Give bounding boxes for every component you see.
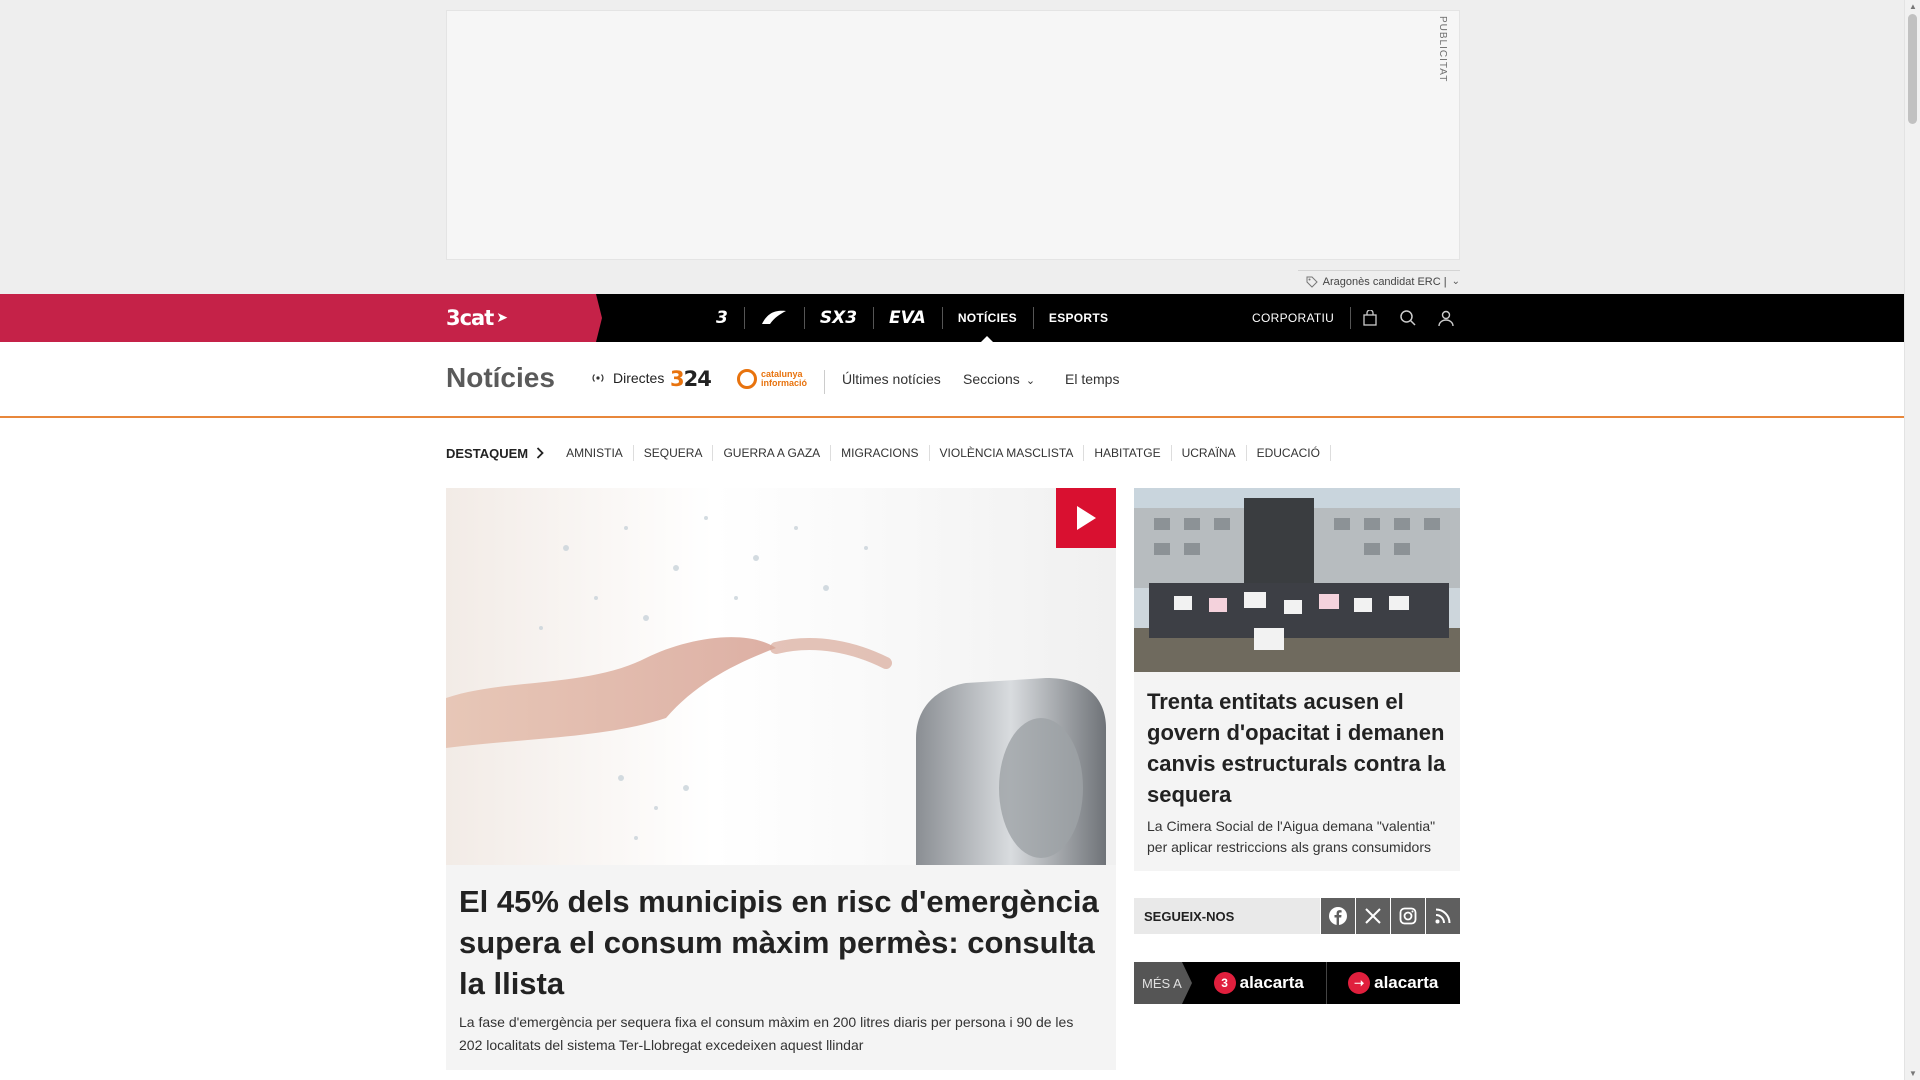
x-icon <box>1365 908 1381 924</box>
topics-lead[interactable]: DESTAQUEM <box>446 446 556 461</box>
scroll-down-arrow-icon[interactable]: ▼ <box>1909 1069 1917 1078</box>
page-scrollbar[interactable]: ▲ ▼ <box>1904 0 1920 1080</box>
trending-text: Aragonès candidat ERC | <box>1322 275 1447 288</box>
instagram-icon <box>1399 907 1417 925</box>
brand-logo[interactable]: 3cat ➤ <box>446 306 508 330</box>
nav-noticies-label: NOTÍCIES <box>957 311 1017 325</box>
catradio-alacarta-label: alacarta <box>1374 973 1439 992</box>
ad-banner[interactable] <box>446 10 1460 260</box>
logo-324[interactable]: 332424 <box>670 367 712 391</box>
topic-amnistia[interactable]: AMNISTIA <box>556 445 634 461</box>
hand-faucet-photo <box>446 516 1106 865</box>
side-story-card[interactable]: Trenta entitats acusen el govern d'opaci… <box>1134 488 1460 871</box>
page-title[interactable]: Notícies <box>446 362 555 394</box>
channel-catradio-logo[interactable] <box>743 294 804 342</box>
search-button[interactable] <box>1389 294 1427 342</box>
featured-topics: DESTAQUEM AMNISTIA SEQUERA GUERRA A GAZA… <box>446 445 1331 461</box>
ad-label: PUBLICITAT <box>1437 16 1448 83</box>
brand-name: 3cat <box>446 306 494 330</box>
shop-button[interactable] <box>1351 294 1389 342</box>
corporate-link[interactable]: CORPORATIU <box>1240 307 1352 329</box>
channel-nav: 3 SX3 EVA NOTÍCIES ESPORTS <box>700 294 1124 342</box>
trending-strip[interactable]: Aragonès candidat ERC | ⌄ <box>1298 270 1460 292</box>
catradio-alacarta-link[interactable]: ➝ alacarta <box>1325 962 1461 1004</box>
brand-arrow-icon: ➤ <box>496 310 508 326</box>
live-broadcast-icon <box>592 374 604 382</box>
logo-catalunya-informacio[interactable]: catalunya informació <box>737 369 807 389</box>
alacarta-bar: MÉS A 3 alacarta ➝ alacarta <box>1134 962 1460 1004</box>
side-story-subtitle: La Cimera Social de l'Aigua demana "vale… <box>1147 818 1436 855</box>
channel-eva-label: EVA <box>889 308 926 328</box>
rss-button[interactable] <box>1426 898 1460 934</box>
catradio-icon <box>761 310 786 324</box>
user-icon <box>1438 310 1454 327</box>
scroll-up-arrow-icon[interactable]: ▲ <box>1909 2 1917 11</box>
channel-3-label: 3 <box>716 308 728 328</box>
weather-link[interactable]: El temps <box>1065 371 1119 387</box>
user-button[interactable] <box>1427 294 1465 342</box>
topic-violencia-masclista[interactable]: VIOLÈNCIA MASCLISTA <box>930 445 1085 461</box>
lead-story-subtitle: La fase d'emergència per sequera fixa el… <box>459 1014 1074 1053</box>
directes-link[interactable]: Directes <box>590 370 664 386</box>
channel-eva-logo[interactable]: EVA <box>873 294 942 342</box>
channel-sx3-label: SX3 <box>819 308 858 328</box>
chevron-down-icon: ⌄ <box>1025 375 1036 387</box>
search-icon <box>1400 310 1416 326</box>
main-header: 3cat ➤ 3 SX3 EVA NOTÍCIES ESPORTS CORPOR… <box>0 294 1904 342</box>
lead-story-title[interactable]: El 45% dels municipis en risc d'emergènc… <box>459 881 1099 1004</box>
play-icon <box>1077 506 1096 530</box>
shopping-bag-icon <box>1363 310 1377 326</box>
ad-zone: PUBLICITAT Aragonès candidat ERC | ⌄ <box>0 0 1904 294</box>
ci-ring-icon <box>737 369 757 389</box>
logo-cat-line2: informació <box>761 378 808 388</box>
topic-habitatge[interactable]: HABITATGE <box>1084 445 1172 461</box>
brand-wedge <box>0 294 602 342</box>
tv3-alacarta-link[interactable]: 3 alacarta <box>1192 962 1326 1004</box>
catradio-badge-icon: ➝ <box>1348 972 1371 994</box>
tv3-badge-icon: 3 <box>1213 972 1236 994</box>
nav-esports[interactable]: ESPORTS <box>1032 294 1124 342</box>
section-nav: Notícies Directes 332424 catalunya infor… <box>0 342 1904 418</box>
scroll-thumb[interactable] <box>1908 14 1917 124</box>
lead-story-card[interactable]: El 45% dels municipis en risc d'emergènc… <box>446 488 1116 1070</box>
directes-label: Directes <box>613 370 665 386</box>
tag-icon <box>1306 276 1318 288</box>
channel-3-logo[interactable]: 3 <box>700 294 744 342</box>
play-video-button[interactable] <box>1056 488 1116 548</box>
latest-news-link[interactable]: Últimes notícies <box>842 371 941 387</box>
topic-educacio[interactable]: EDUCACIÓ <box>1247 445 1331 461</box>
sections-dropdown[interactable]: Seccions ⌄ <box>963 371 1035 387</box>
tv3-alacarta-label: alacarta <box>1239 973 1304 992</box>
channel-sx3-logo[interactable]: SX3 <box>803 294 873 342</box>
lead-story-image[interactable] <box>446 488 1116 865</box>
nav-esports-label: ESPORTS <box>1048 311 1109 325</box>
header-actions: CORPORATIU <box>1240 294 1465 342</box>
follow-us-label: SEGUEIX-NOS <box>1134 898 1320 934</box>
topic-sequera[interactable]: SEQUERA <box>634 445 714 461</box>
nav-divider <box>824 370 825 394</box>
topic-migracions[interactable]: MIGRACIONS <box>831 445 930 461</box>
topic-ucraina[interactable]: UCRAÏNA <box>1172 445 1247 461</box>
facebook-button[interactable] <box>1321 898 1355 934</box>
follow-us-widget: SEGUEIX-NOS <box>1134 898 1460 934</box>
side-story-image[interactable] <box>1134 488 1460 672</box>
x-button[interactable] <box>1356 898 1390 934</box>
facebook-icon <box>1329 907 1347 925</box>
topics-lead-label: DESTAQUEM <box>446 445 529 461</box>
sections-label: Seccions <box>963 371 1020 387</box>
chevron-right-icon <box>536 447 544 459</box>
side-story-title[interactable]: Trenta entitats acusen el govern d'opaci… <box>1147 686 1452 810</box>
protest-group-photo <box>1134 488 1460 672</box>
chevron-down-icon[interactable]: ⌄ <box>1452 276 1460 287</box>
rss-icon <box>1435 908 1451 924</box>
topic-guerra-gaza[interactable]: GUERRA A GAZA <box>713 445 832 461</box>
mes-a-label: MÉS A <box>1134 962 1192 1004</box>
nav-noticies[interactable]: NOTÍCIES <box>941 294 1033 342</box>
instagram-button[interactable] <box>1391 898 1425 934</box>
